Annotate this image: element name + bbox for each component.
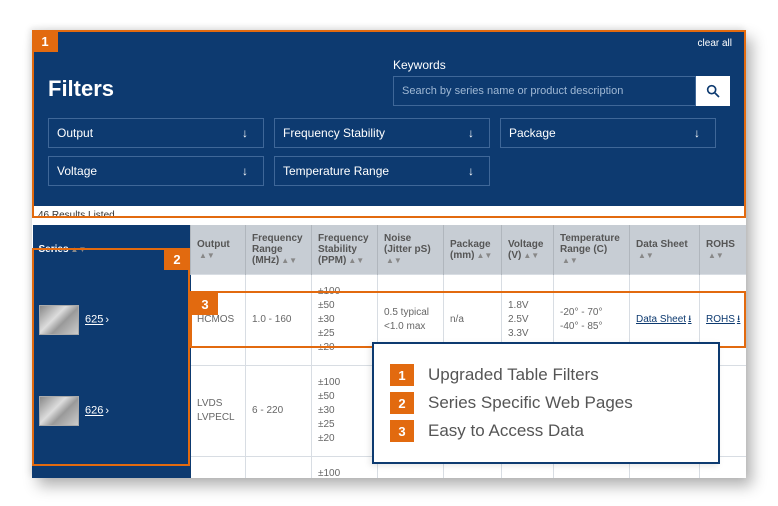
series-cell: 632› [33,457,191,479]
cell-freq_stab: ±100 ±50 ±30 ±25 ±20 [312,366,378,457]
cell-output: LVDS LVPECL [191,366,246,457]
sort-icon: ▲▼ [476,251,492,260]
product-thumbnail [39,396,79,426]
product-thumbnail [39,305,79,335]
sort-icon: ▲▼ [386,256,402,265]
search-button[interactable] [696,76,730,106]
dropdown-temperature-range[interactable]: Temperature Range ↓ [274,156,490,186]
app-canvas: clear all Filters Keywords [32,30,746,478]
col-package[interactable]: Package (mm)▲▼ [444,225,502,275]
legend-badge-3: 3 [390,420,414,442]
filters-title: Filters [48,76,393,102]
legend-text-3: Easy to Access Data [428,421,584,441]
sort-icon: ▲▼ [708,251,724,260]
download-icon: ⭳ [737,314,741,325]
keywords-label: Keywords [393,58,730,72]
cell-freq_range: 1.0-160 [246,457,312,479]
col-output[interactable]: Output▲▼ [191,225,246,275]
dropdown-package[interactable]: Package ↓ [500,118,716,148]
sort-icon: ▲▼ [638,251,654,260]
cell-freq_range: 6 - 220 [246,366,312,457]
sort-icon: ▲▼ [523,251,539,260]
dropdown-label: Frequency Stability [283,126,385,140]
legend-text-1: Upgraded Table Filters [428,365,599,385]
col-temp-range[interactable]: Temperature Range (C)▲▼ [554,225,630,275]
chevron-down-icon: ↓ [235,161,255,181]
dropdown-frequency-stability[interactable]: Frequency Stability ↓ [274,118,490,148]
rohs-link[interactable]: ROHS⭳ [706,314,740,325]
datasheet-link[interactable]: Data Sheet⭳ [636,314,692,325]
cell-freq_stab: ±100 ±50 ±30 ±25 ±20 [312,457,378,479]
col-rohs[interactable]: ROHS▲▼ [700,225,747,275]
col-datasheet[interactable]: Data Sheet▲▼ [630,225,700,275]
col-freq-range[interactable]: Frequency Range (MHz)▲▼ [246,225,312,275]
dropdown-voltage[interactable]: Voltage ↓ [48,156,264,186]
legend-badge-2: 2 [390,392,414,414]
chevron-down-icon: ↓ [687,123,707,143]
search-input[interactable] [393,76,696,106]
chevron-down-icon: ↓ [461,161,481,181]
cell-freq_stab: ±100 ±50 ±30 ±25 ±20 [312,275,378,366]
chevron-down-icon: ↓ [235,123,255,143]
dropdown-output[interactable]: Output ↓ [48,118,264,148]
filters-panel: clear all Filters Keywords [32,30,746,206]
legend-box: 1 Upgraded Table Filters 2 Series Specif… [372,342,720,464]
clear-all-link[interactable]: clear all [698,38,732,49]
legend-text-2: Series Specific Web Pages [428,393,633,413]
series-link[interactable]: 626 [85,405,103,417]
download-icon: ⭳ [688,314,692,325]
col-noise[interactable]: Noise (Jitter pS)▲▼ [378,225,444,275]
dropdown-label: Temperature Range [283,164,389,178]
cell-output: HCMOS [191,457,246,479]
cell-output: HCMOS [191,275,246,366]
sort-icon: ▲▼ [71,245,87,254]
dropdown-label: Output [57,126,93,140]
cell-freq_range: 1.0 - 160 [246,275,312,366]
callout-badge-3: 3 [192,293,218,315]
series-link[interactable]: 625 [85,314,103,326]
series-cell: 625› [33,275,191,366]
callout-badge-2: 2 [164,248,190,270]
series-cell: 626› [33,366,191,457]
chevron-right-icon: › [105,405,109,417]
col-freq-stability[interactable]: Frequency Stability (PPM)▲▼ [312,225,378,275]
sort-icon: ▲▼ [199,251,215,260]
sort-icon: ▲▼ [281,256,297,265]
dropdown-label: Voltage [57,164,97,178]
chevron-right-icon: › [105,314,109,326]
sort-icon: ▲▼ [348,256,364,265]
legend-badge-1: 1 [390,364,414,386]
col-voltage[interactable]: Voltage (V)▲▼ [502,225,554,275]
dropdown-label: Package [509,126,556,140]
search-icon [705,83,721,99]
results-count: 46 Results Listed [32,206,746,225]
callout-badge-1: 1 [32,30,58,52]
chevron-down-icon: ↓ [461,123,481,143]
sort-icon: ▲▼ [562,256,578,265]
